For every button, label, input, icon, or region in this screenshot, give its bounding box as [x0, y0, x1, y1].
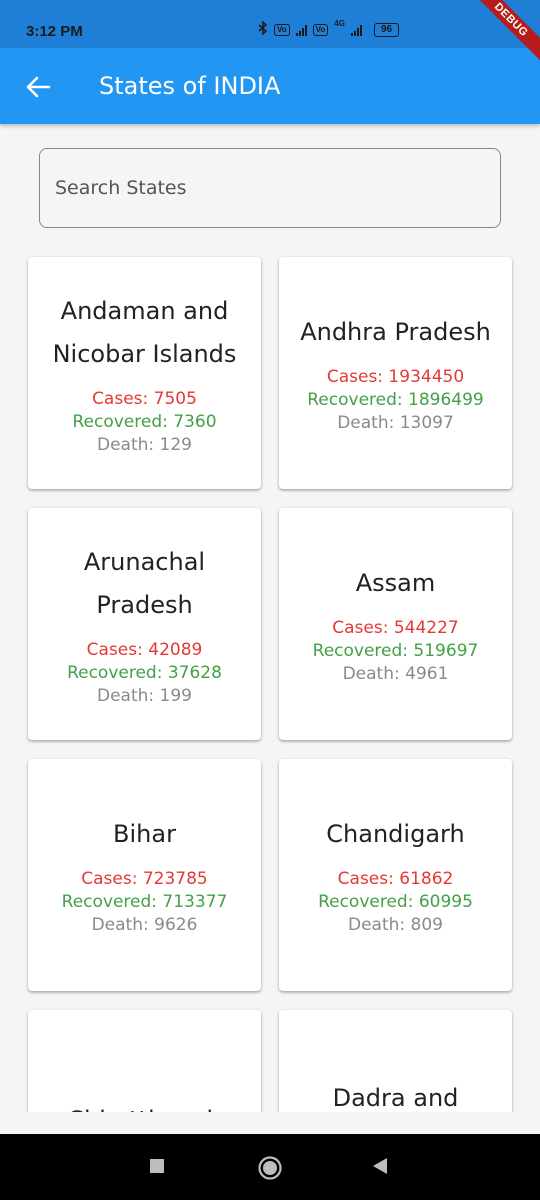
state-name: Bihar	[113, 820, 176, 848]
state-name: Andaman and Nicobar Islands	[52, 296, 237, 368]
signal-icon	[350, 24, 362, 36]
state-death: Death: 199	[97, 685, 192, 706]
state-card[interactable]: Assam Cases: 544227 Recovered: 519697 De…	[279, 508, 512, 740]
recents-button[interactable]	[149, 1158, 165, 1174]
state-cases: Cases: 723785	[81, 869, 208, 889]
state-card[interactable]: Chhattisgarh	[28, 1010, 261, 1112]
signal-icon	[295, 24, 307, 36]
state-cases: Cases: 61862	[337, 869, 454, 889]
state-cases: Cases: 544227	[332, 618, 459, 638]
state-death: Death: 809	[348, 915, 443, 935]
status-icons: Vo Vo 4G 96	[258, 19, 400, 38]
state-name: Dadra and Nagar Haveli	[332, 1084, 459, 1112]
bluetooth-icon	[258, 20, 268, 38]
status-bar: 3:12 PM Vo Vo 4G 96	[0, 0, 540, 48]
state-death: Death: 129	[97, 434, 192, 455]
state-recovered: Recovered: 1896499	[307, 390, 484, 410]
state-name: Andhra Pradesh	[300, 318, 491, 346]
battery-icon: 96	[373, 22, 400, 37]
network-type: 4G	[334, 19, 345, 28]
state-recovered: Recovered: 713377	[61, 892, 228, 912]
volte-icon: Vo	[274, 23, 290, 36]
page-title: States of INDIA	[99, 72, 281, 100]
back-triangle-icon	[373, 1158, 387, 1174]
state-recovered: Recovered: 60995	[318, 892, 473, 912]
state-recovered: Recovered: 7360	[72, 411, 217, 432]
state-name: Chhattisgarh	[53, 1099, 235, 1113]
search-input[interactable]	[40, 149, 500, 227]
recents-icon	[150, 1159, 164, 1173]
back-nav-button[interactable]	[371, 1157, 389, 1175]
state-card[interactable]: Arunachal Pradesh Cases: 42089 Recovered…	[28, 508, 261, 740]
state-card[interactable]: Andaman and Nicobar Islands Cases: 7505 …	[28, 257, 261, 489]
back-button[interactable]	[22, 74, 54, 100]
search-box	[39, 148, 501, 228]
state-card[interactable]: Andhra Pradesh Cases: 1934450 Recovered:…	[279, 257, 512, 489]
volte-icon: Vo	[312, 23, 329, 36]
arrow-back-icon	[26, 76, 51, 98]
state-death: Death: 4961	[342, 664, 449, 684]
state-name: Chandigarh	[326, 820, 465, 848]
state-recovered: Recovered: 37628	[67, 662, 222, 683]
status-time: 3:12 PM	[26, 23, 83, 40]
state-card[interactable]: Bihar Cases: 723785 Recovered: 713377 De…	[28, 759, 261, 991]
system-nav-bar	[0, 1134, 540, 1200]
state-recovered: Recovered: 519697	[312, 641, 479, 661]
state-cases: Cases: 42089	[86, 639, 203, 660]
home-button[interactable]	[257, 1155, 283, 1181]
battery-level: 96	[380, 23, 393, 35]
state-card[interactable]: Chandigarh Cases: 61862 Recovered: 60995…	[279, 759, 512, 991]
state-death: Death: 9626	[91, 915, 198, 935]
app-bar: States of INDIA	[0, 48, 540, 124]
state-name: Assam	[355, 569, 436, 597]
state-cases: Cases: 1934450	[326, 367, 465, 387]
state-name: Arunachal Pradesh	[83, 547, 206, 619]
state-cases: Cases: 7505	[92, 388, 197, 409]
home-icon	[258, 1156, 282, 1180]
state-card[interactable]: Dadra and Nagar Haveli	[279, 1010, 512, 1112]
state-death: Death: 13097	[337, 413, 454, 433]
